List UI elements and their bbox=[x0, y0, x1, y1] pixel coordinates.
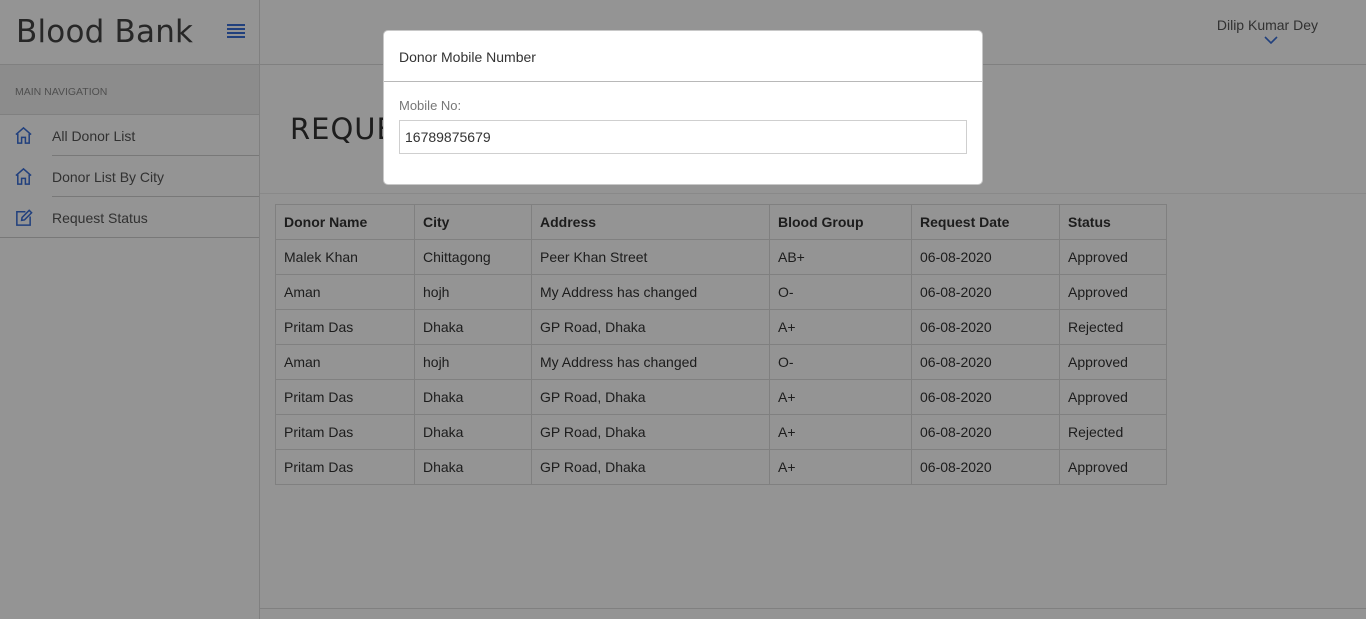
donor-mobile-dialog: Donor Mobile Number Mobile No: bbox=[383, 30, 983, 185]
mobile-field-label: Mobile No: bbox=[399, 98, 462, 113]
dialog-title: Donor Mobile Number bbox=[384, 31, 982, 82]
dialog-body: Mobile No: bbox=[384, 82, 982, 154]
mobile-number-input[interactable] bbox=[399, 120, 967, 154]
